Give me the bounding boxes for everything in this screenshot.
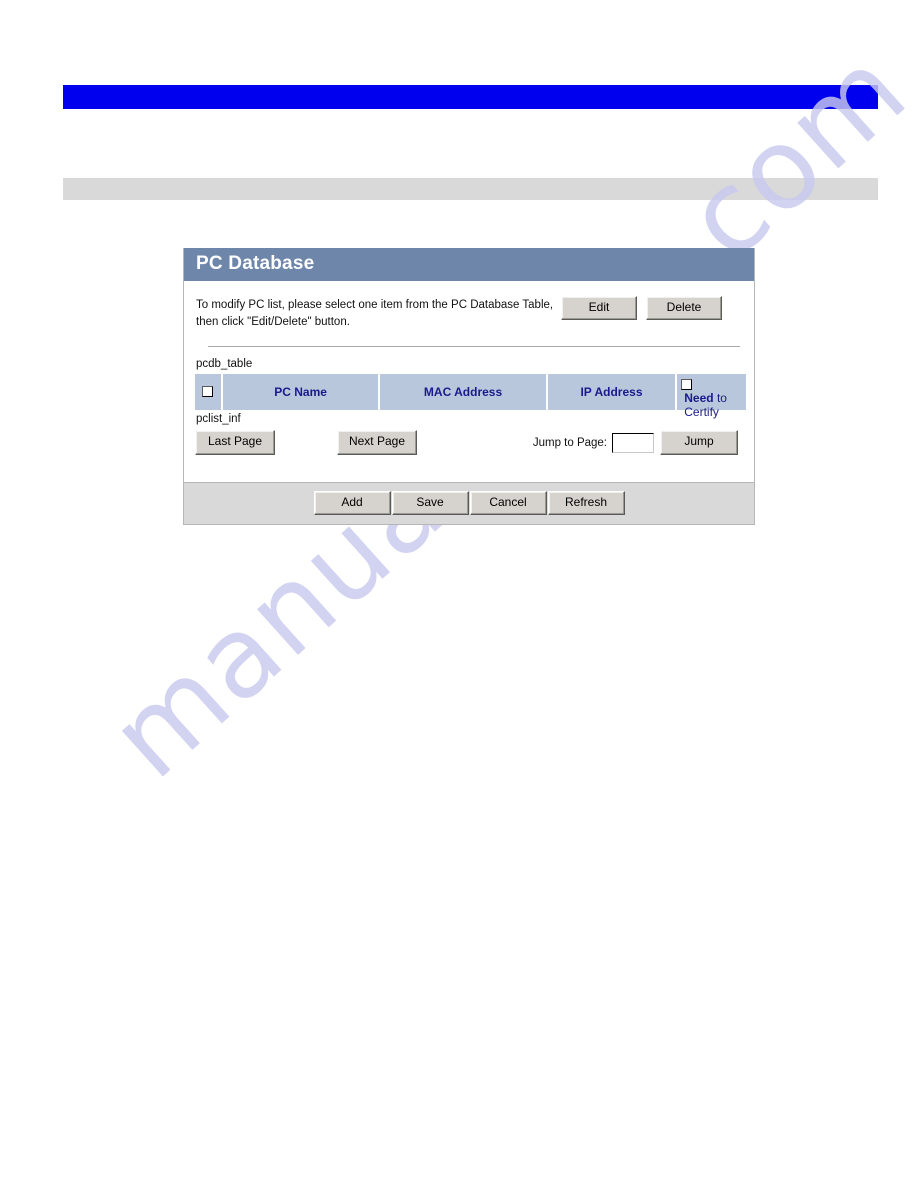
pc-database-panel: PC Database To modify PC list, please se… (183, 248, 755, 525)
save-button[interactable]: Save (391, 490, 469, 515)
next-page-button[interactable]: Next Page (337, 430, 417, 455)
select-all-checkbox[interactable] (202, 386, 214, 398)
instruction-text: To modify PC list, please select one ite… (196, 298, 554, 328)
select-all-header-cell[interactable] (195, 373, 223, 410)
column-header-mac-address[interactable]: MAC Address (380, 373, 548, 410)
instruction-row: To modify PC list, please select one ite… (184, 291, 754, 330)
panel-bottom-spacer (184, 458, 754, 482)
column-header-need-to-certify[interactable]: Need to Certify (677, 374, 746, 419)
top-blue-banner (63, 85, 878, 109)
pagination-row: Last Page Next Page Jump to Page: Jump (184, 428, 754, 458)
panel-footer: Add Save Cancel Refresh (184, 481, 754, 524)
panel-title: PC Database (184, 248, 754, 281)
delete-button[interactable]: Delete (646, 295, 722, 321)
jump-to-page-input[interactable] (612, 432, 654, 453)
need-to-certify-label-bold: Need (684, 390, 714, 405)
column-header-ip-address[interactable]: IP Address (548, 373, 678, 410)
last-page-button[interactable]: Last Page (195, 430, 275, 455)
footer-button-group: Add Save Cancel Refresh (313, 490, 625, 515)
add-button[interactable]: Add (313, 490, 391, 515)
cancel-button[interactable]: Cancel (469, 490, 547, 515)
top-gray-banner (63, 178, 878, 200)
panel-body: To modify PC list, please select one ite… (184, 280, 754, 482)
jump-button[interactable]: Jump (660, 430, 738, 455)
refresh-button[interactable]: Refresh (547, 490, 625, 515)
instruction-actions: Edit Delete (561, 295, 722, 321)
pclist-info-label: pclist_inf (196, 412, 241, 425)
pcdb-table-label: pcdb_table (196, 358, 253, 371)
need-to-certify-checkbox[interactable] (681, 378, 693, 390)
pc-database-table-header: PC Name MAC Address IP Address Need to C… (195, 373, 746, 419)
column-header-pc-name[interactable]: PC Name (223, 373, 381, 410)
edit-button[interactable]: Edit (561, 295, 637, 321)
jump-to-page-label: Jump to Page: (532, 436, 607, 449)
need-to-certify-label: Need to Certify (681, 390, 746, 420)
